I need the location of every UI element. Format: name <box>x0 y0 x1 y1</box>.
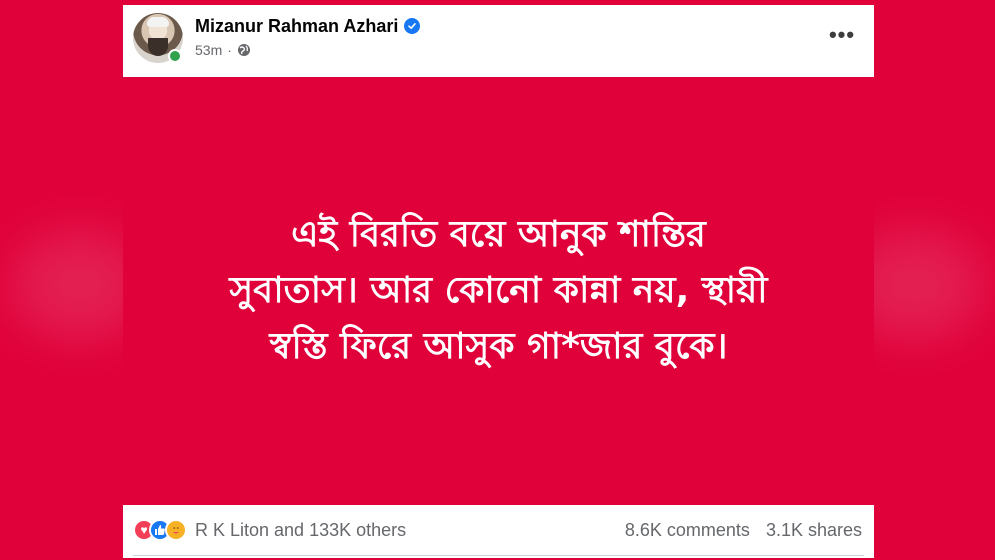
post-text-line: এই বিরতি বয়ে আনুক শান্তির <box>291 214 706 255</box>
reactions-summary[interactable]: ♥ R K Liton and 133K others <box>133 517 406 543</box>
verified-badge-icon <box>404 18 421 34</box>
post-header: Mizanur Rahman Azhari 53m · ••• <box>123 5 874 77</box>
care-reaction-icon <box>165 519 187 541</box>
online-status-icon <box>168 49 182 63</box>
post-text-background: এই বিরতি বয়ে আনুক শান্তির সুবাতাস। আর ক… <box>123 77 874 505</box>
post-meta: 53m · <box>195 41 251 59</box>
author-row: Mizanur Rahman Azhari <box>195 15 421 37</box>
meta-separator: · <box>227 42 232 58</box>
post-text-line: সুবাতাস। আর কোনো কান্না নয়, স্থায়ী <box>229 270 768 311</box>
avatar-cap <box>147 17 169 27</box>
footer-divider <box>133 555 864 556</box>
globe-icon <box>237 43 251 57</box>
author-name[interactable]: Mizanur Rahman Azhari <box>195 16 398 37</box>
facebook-post-card: Mizanur Rahman Azhari 53m · ••• এই বিরতি… <box>123 5 874 558</box>
post-text-line: স্বস্তি ফিরে আসুক গা*জার বুকে। <box>269 326 728 367</box>
post-timestamp[interactable]: 53m <box>195 42 222 58</box>
post-text: এই বিরতি বয়ে আনুক শান্তির সুবাতাস। আর ক… <box>169 207 829 375</box>
shares-count[interactable]: 3.1K shares <box>766 520 862 541</box>
comments-count[interactable]: 8.6K comments <box>625 520 750 541</box>
more-options-button[interactable]: ••• <box>824 22 860 47</box>
engagement-counts: 8.6K comments 3.1K shares <box>625 517 862 543</box>
screenshot-stage: Mizanur Rahman Azhari 53m · ••• এই বিরতি… <box>0 0 995 560</box>
reaction-names[interactable]: R K Liton and 133K others <box>195 520 406 541</box>
avatar-beard <box>148 38 168 56</box>
post-footer: ♥ R K Liton and 133K others 8.6K comment… <box>123 505 874 558</box>
